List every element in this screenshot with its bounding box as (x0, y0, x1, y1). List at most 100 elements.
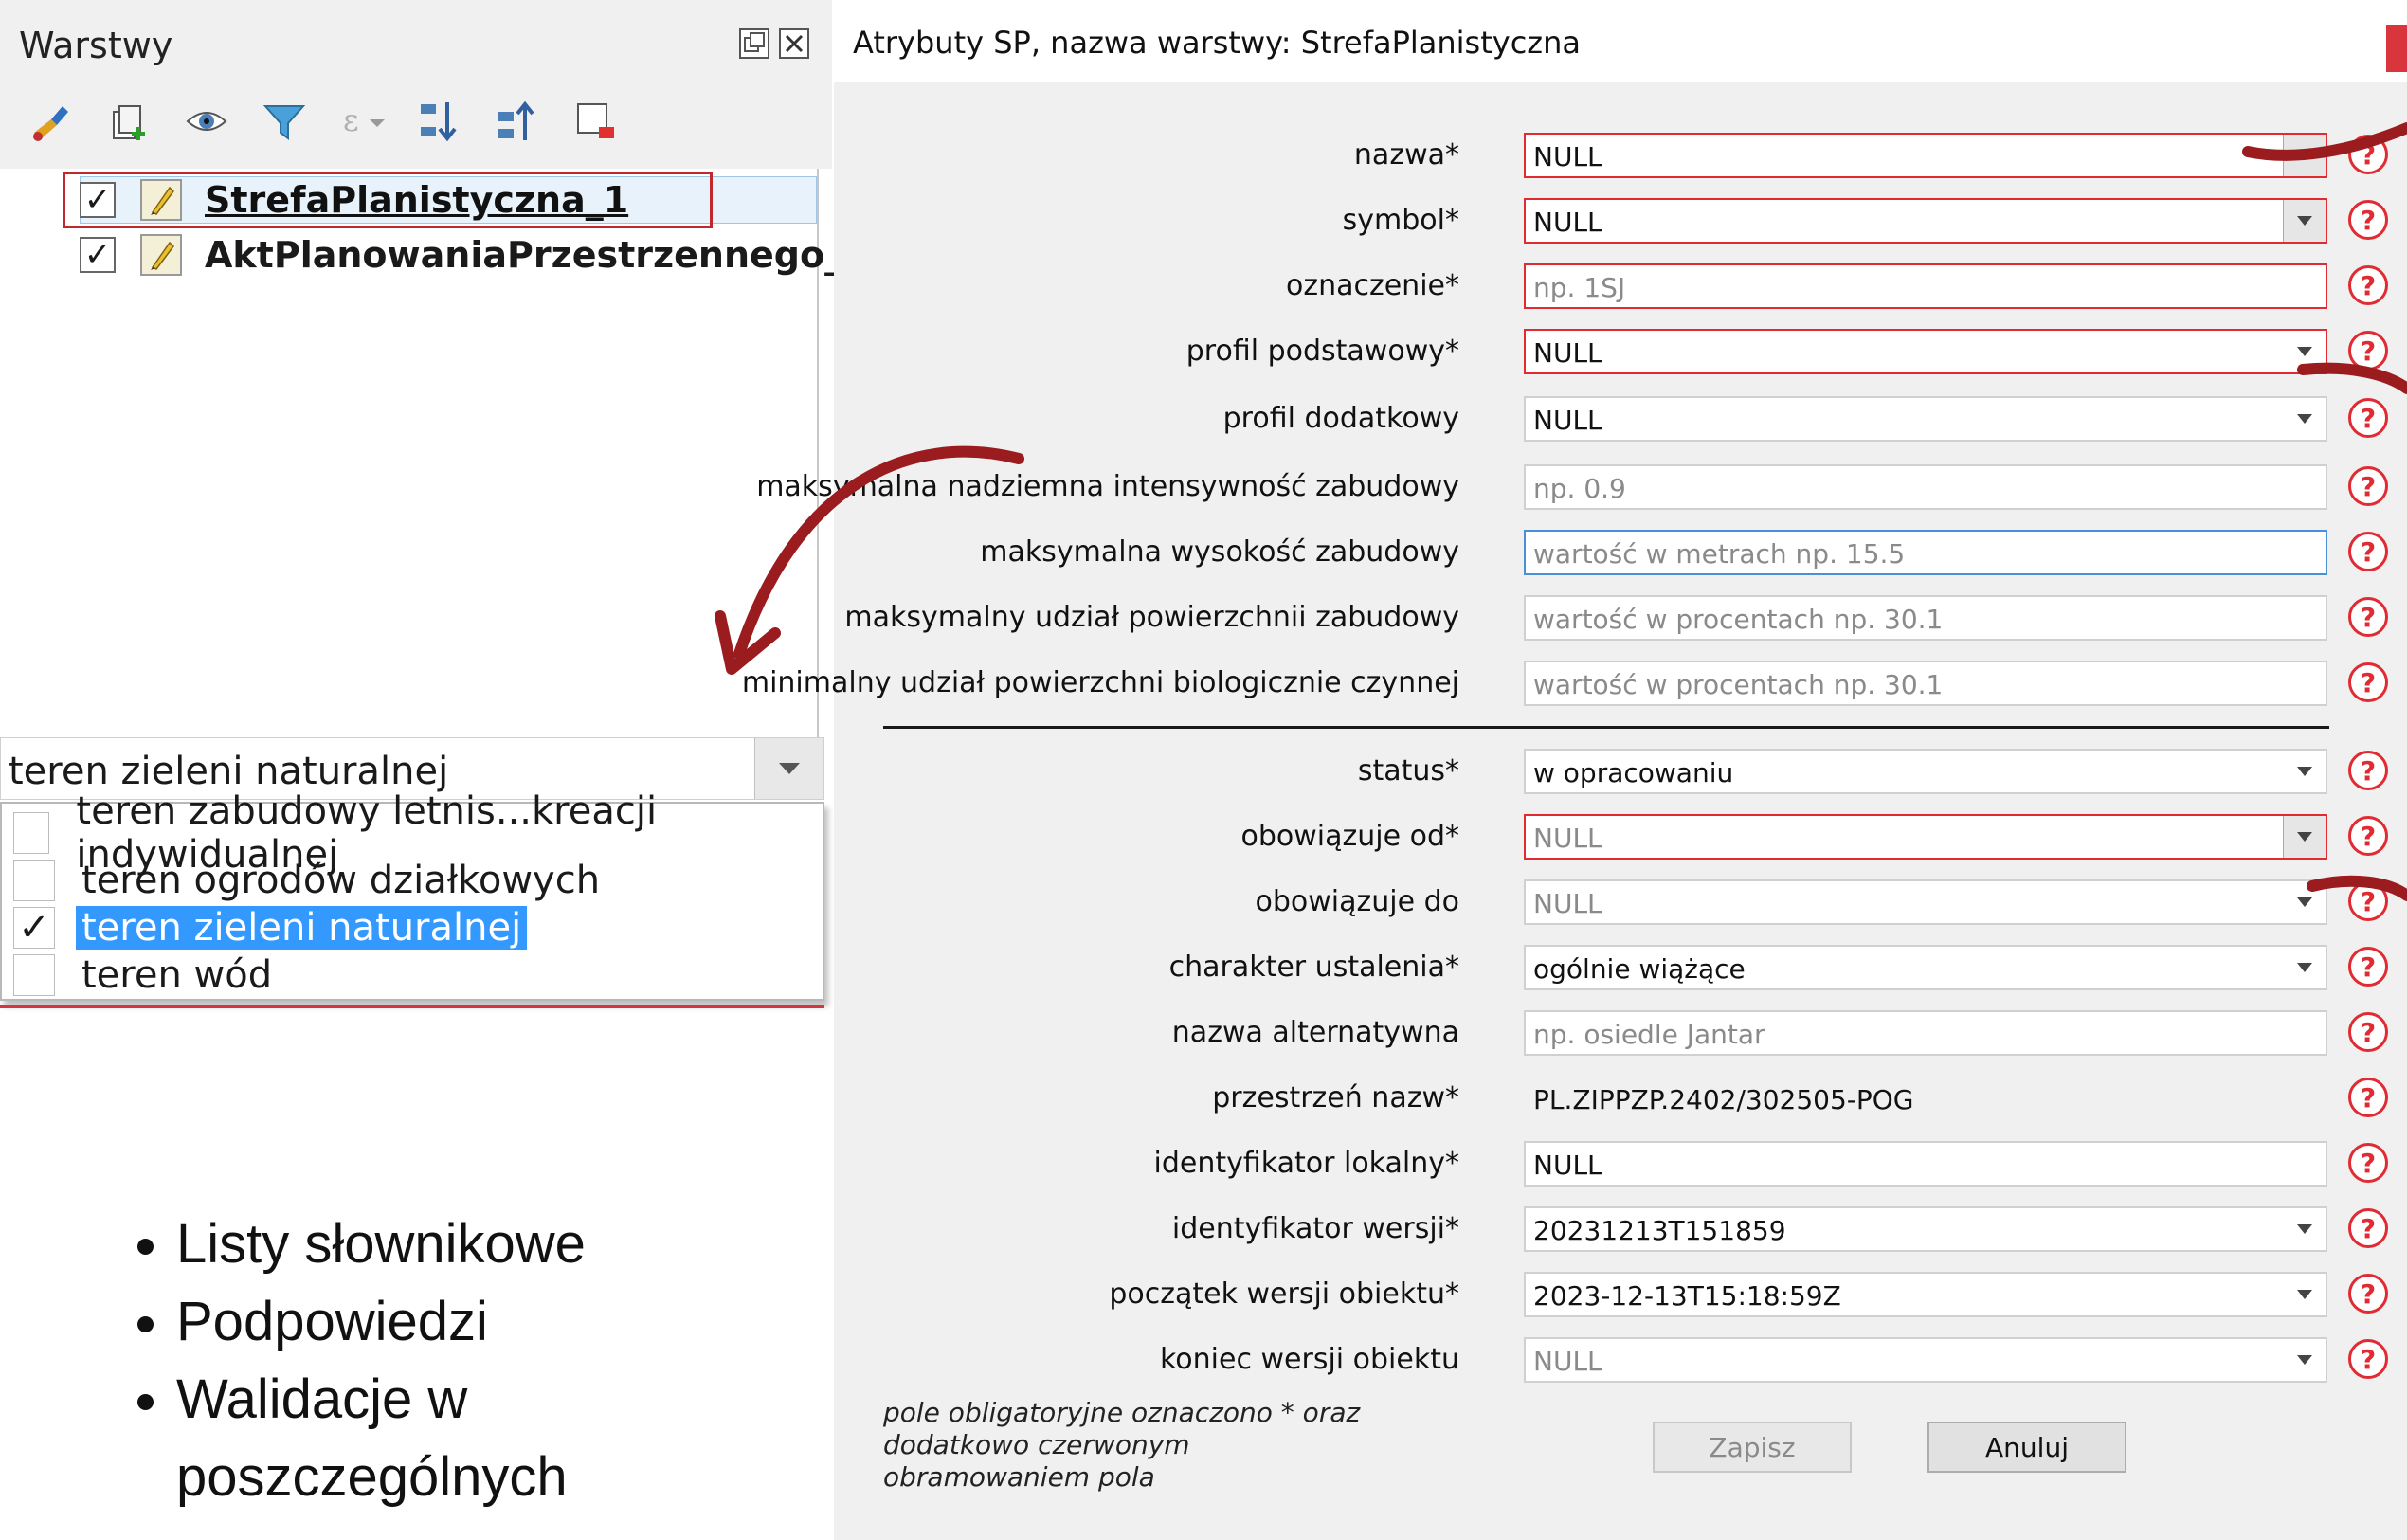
field-label: charakter ustalenia* (1168, 951, 1459, 984)
help-icon[interactable]: ? (2348, 751, 2388, 790)
add-group-icon[interactable] (106, 97, 152, 146)
feature-bullet-list: Listy słownikowe Podpowiedzi Walidacje w… (114, 1205, 764, 1516)
option-checkbox[interactable] (13, 812, 50, 854)
option-checkbox[interactable] (13, 954, 55, 996)
chevron-down-icon[interactable] (2284, 1208, 2326, 1250)
option-label: teren zieleni naturalnej (76, 906, 528, 950)
nazwa-alternatywna-input[interactable]: np. osiedle Jantar (1524, 1010, 2327, 1056)
help-icon[interactable]: ? (2348, 1012, 2388, 1052)
field-label: koniec wersji obiektu (1160, 1343, 1459, 1376)
field-value: NULL (1533, 337, 1602, 369)
obowiazuje-do-date[interactable]: NULL (1524, 879, 2327, 925)
combobox-value: teren zieleni naturalnej (9, 750, 449, 793)
paint-brush-icon[interactable] (28, 97, 74, 146)
field-label: nazwa alternatywna (1171, 1016, 1459, 1049)
help-icon[interactable]: ? (2348, 597, 2388, 637)
help-icon[interactable]: ? (2348, 331, 2388, 371)
chevron-down-icon[interactable] (2283, 135, 2326, 176)
bullet-item: Podpowiedzi (176, 1283, 764, 1361)
layer-name[interactable]: AktPlanowaniaPrzestrzennego_1 (205, 234, 868, 276)
field-label: obowiązuje do (1255, 885, 1460, 918)
close-button[interactable] (2386, 25, 2407, 72)
field-label: nazwa* (1353, 138, 1459, 172)
dropdown-list: teren zabudowy letnis...kreacji indywidu… (0, 789, 824, 1001)
chevron-down-icon[interactable] (2284, 1339, 2326, 1381)
collapse-all-icon[interactable] (495, 97, 540, 146)
highlight-frame (63, 172, 713, 228)
help-icon[interactable]: ? (2348, 135, 2388, 174)
charakter-ustalenia-combobox[interactable]: ogólnie wiążące (1524, 945, 2327, 990)
chevron-down-icon[interactable] (2283, 200, 2326, 242)
list-item[interactable]: ✓ teren zieleni naturalnej (13, 904, 528, 951)
field-placeholder: wartość w procentach np. 30.1 (1533, 669, 1944, 700)
field-label: symbol* (1342, 204, 1459, 237)
obowiazuje-od-date[interactable]: NULL (1524, 814, 2327, 860)
wysokosc-input[interactable]: wartość w metrach np. 15.5 (1524, 530, 2327, 575)
list-item[interactable]: teren ogrodów działkowych (13, 857, 606, 904)
help-icon[interactable]: ? (2348, 1274, 2388, 1314)
help-icon[interactable]: ? (2348, 398, 2388, 438)
identyfikator-wersji-datetime[interactable]: 20231213T151859 (1524, 1206, 2327, 1252)
expression-filter-icon[interactable]: ε (339, 97, 385, 146)
remove-layer-icon[interactable] (572, 97, 618, 146)
udzial-biologiczny-input[interactable]: wartość w procentach np. 30.1 (1524, 661, 2327, 706)
field-label: maksymalna wysokość zabudowy (980, 535, 1459, 569)
profil-dodatkowy-combobox[interactable]: NULL (1524, 396, 2327, 442)
symbol-combobox[interactable]: NULL (1524, 198, 2327, 244)
help-icon[interactable]: ? (2348, 1208, 2388, 1248)
required-fields-note: pole obligatoryjne oznaczono * oraz doda… (883, 1397, 1361, 1493)
identyfikator-lokalny-input[interactable]: NULL (1524, 1141, 2327, 1187)
help-icon[interactable]: ? (2348, 1143, 2388, 1183)
option-checkbox[interactable] (13, 860, 55, 901)
attributes-dialog: Atrybuty SP, nazwa warstwy: StrefaPlanis… (742, 0, 2407, 1540)
filter-icon[interactable] (262, 97, 307, 146)
list-item[interactable]: teren wód (13, 951, 278, 999)
chevron-down-icon[interactable] (2284, 331, 2326, 372)
chevron-down-icon[interactable] (2284, 751, 2326, 792)
koniec-wersji-datetime[interactable]: NULL (1524, 1337, 2327, 1383)
chevron-down-icon[interactable] (2284, 881, 2326, 923)
udzial-zabudowy-input[interactable]: wartość w procentach np. 30.1 (1524, 595, 2327, 641)
chevron-down-icon[interactable] (2284, 1274, 2326, 1315)
help-icon[interactable]: ? (2348, 1339, 2388, 1379)
help-icon[interactable]: ? (2348, 662, 2388, 702)
dialog-body: nazwa* NULL ? symbol* NULL ? oznaczenie*… (742, 82, 2407, 1540)
svg-text:ε: ε (343, 102, 359, 138)
field-label: profil dodatkowy (1222, 402, 1459, 435)
oznaczenie-input[interactable]: np. 1SJ (1524, 263, 2327, 309)
help-icon[interactable]: ? (2348, 881, 2388, 921)
profil-podstawowy-combobox[interactable]: NULL (1524, 329, 2327, 374)
expand-all-icon[interactable] (417, 97, 462, 146)
help-icon[interactable]: ? (2348, 200, 2388, 240)
save-button[interactable]: Zapisz (1653, 1422, 1852, 1473)
chevron-down-icon[interactable] (2283, 816, 2326, 858)
field-label: obowiązuje od* (1240, 820, 1460, 853)
help-icon[interactable]: ? (2348, 1078, 2388, 1117)
float-panel-icon[interactable] (739, 28, 769, 59)
layers-panel: Warstwy ε (0, 0, 832, 169)
layer-visibility-checkbox[interactable]: ✓ (80, 237, 116, 273)
field-value: 20231213T151859 (1533, 1215, 1786, 1246)
required-border-edge (0, 1005, 824, 1008)
layer-row-akt[interactable]: ✓ AktPlanowaniaPrzestrzennego_1 (80, 231, 868, 279)
help-icon[interactable]: ? (2348, 816, 2388, 856)
chevron-down-icon[interactable] (2284, 947, 2326, 988)
nazwa-combobox[interactable]: NULL (1524, 133, 2327, 178)
field-label: profil podstawowy* (1185, 335, 1459, 368)
cancel-button[interactable]: Anuluj (1927, 1422, 2126, 1473)
list-item[interactable]: teren zabudowy letnis...kreacji indywidu… (13, 789, 823, 877)
field-value: NULL (1533, 405, 1602, 436)
dialog-titlebar: Atrybuty SP, nazwa warstwy: StrefaPlanis… (834, 0, 2407, 82)
eye-icon[interactable] (184, 97, 229, 146)
close-panel-icon[interactable] (779, 28, 809, 59)
option-checkbox[interactable]: ✓ (13, 907, 55, 949)
poczatek-wersji-datetime[interactable]: 2023-12-13T15:18:59Z (1524, 1272, 2327, 1317)
help-icon[interactable]: ? (2348, 532, 2388, 571)
help-icon[interactable]: ? (2348, 265, 2388, 305)
status-combobox[interactable]: w opracowaniu (1524, 749, 2327, 794)
field-label: oznaczenie* (1285, 269, 1459, 302)
chevron-down-icon[interactable] (2284, 398, 2326, 440)
help-icon[interactable]: ? (2348, 466, 2388, 506)
help-icon[interactable]: ? (2348, 947, 2388, 987)
intensywnosc-input[interactable]: np. 0.9 (1524, 464, 2327, 510)
